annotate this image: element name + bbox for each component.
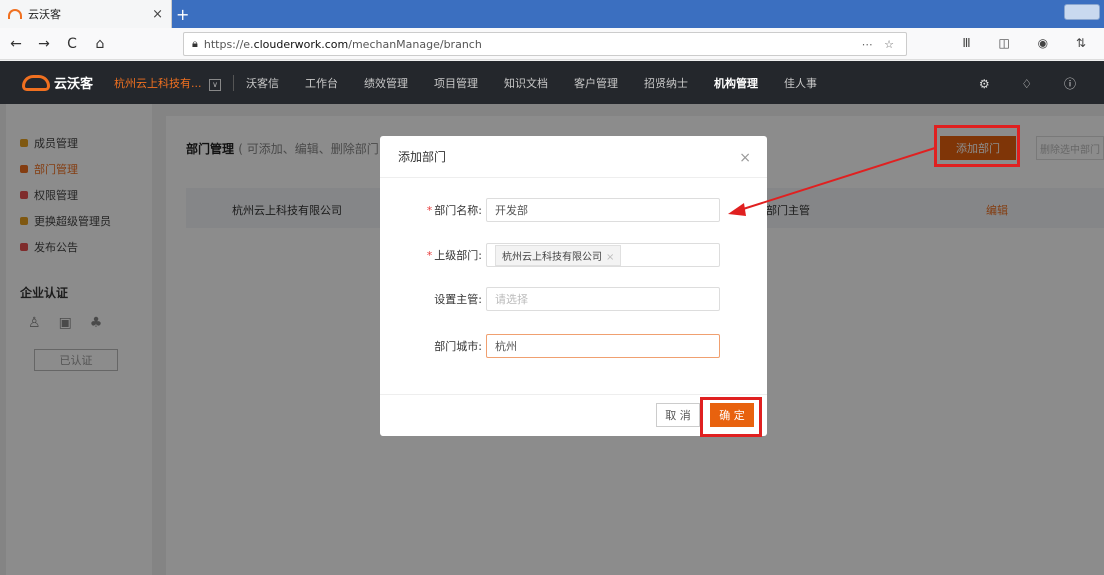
close-icon[interactable]: × (739, 150, 751, 166)
menu-item[interactable]: 绩效管理 (364, 75, 408, 91)
annotation-box (934, 125, 1020, 167)
reload-icon[interactable]: C (60, 36, 84, 52)
required-mark: * (426, 249, 433, 262)
cancel-button[interactable]: 取 消 (656, 403, 700, 427)
browser-nav-bar: ← → C ⌂ 🔒︎ https://e. clouderwork.com /m… (0, 28, 1104, 60)
chevron-down-icon[interactable]: ∨ (209, 78, 221, 91)
new-tab-button[interactable]: + (176, 5, 189, 24)
menu-item[interactable]: 项目管理 (434, 75, 478, 91)
required-mark: * (426, 204, 433, 217)
url-bar[interactable]: 🔒︎ https://e. clouderwork.com /mechanMan… (183, 32, 907, 56)
parent-chip-text: 杭州云上科技有限公司 (502, 251, 602, 263)
annotation-box (700, 397, 762, 437)
city-input[interactable]: 杭州 (486, 334, 720, 358)
browser-tab[interactable]: 云沃客 × (0, 0, 172, 28)
field-row-manager: 设置主管: 请选择 (380, 287, 767, 311)
department-name-input[interactable]: 开发部 (486, 198, 720, 222)
field-row-parent: * 上级部门: 杭州云上科技有限公司 × (380, 243, 767, 267)
lock-icon: 🔒︎ (192, 37, 198, 50)
parent-label-text: 上级部门: (434, 249, 482, 262)
menu-item[interactable]: 客户管理 (574, 75, 618, 91)
app-logo[interactable]: 云沃客 (22, 73, 104, 92)
cloud-icon (8, 9, 22, 19)
add-department-dialog: 添加部门 × * 部门名称: 开发部 * 上级部门: 杭州云上科技有限公司 × 设置主… (380, 136, 767, 436)
menu-item-active[interactable]: 机构管理 (714, 75, 758, 91)
menu-item[interactable]: 招贤纳士 (644, 75, 688, 91)
app-header: 云沃客 杭州云上科技有... ∨ 沃客信 工作台 绩效管理 项目管理 知识文档 … (0, 61, 1104, 104)
window-controls[interactable] (1064, 4, 1100, 20)
manager-select[interactable]: 请选择 (486, 287, 720, 311)
header-icons[interactable]: ⚙ ♢ ⓘ (979, 75, 1090, 92)
field-row-name: * 部门名称: 开发部 (380, 198, 767, 222)
chip-close-icon[interactable]: × (606, 252, 614, 263)
url-prefix: https://e. (203, 37, 254, 51)
menu-item[interactable]: 佳人事 (784, 75, 817, 91)
manager-label: 设置主管: (434, 293, 482, 306)
city-label: 部门城市: (434, 340, 482, 353)
url-path: /mechanManage/branch (348, 37, 482, 51)
name-label: * 部门名称: (380, 202, 486, 218)
divider (233, 74, 234, 91)
menu-item[interactable]: 知识文档 (504, 75, 548, 91)
parent-department-select[interactable]: 杭州云上科技有限公司 × (486, 243, 720, 267)
menu-item[interactable]: 工作台 (305, 75, 338, 91)
tab-close-icon[interactable]: × (152, 7, 163, 22)
tab-title: 云沃客 (28, 8, 61, 21)
name-label-text: 部门名称: (434, 204, 482, 217)
browser-tab-bar: 云沃客 × + (0, 0, 1104, 28)
parent-chip: 杭州云上科技有限公司 × (495, 244, 622, 266)
logo-text: 云沃客 (54, 77, 94, 92)
home-icon[interactable]: ⌂ (88, 36, 112, 52)
page-actions-icon[interactable]: ⋯ ☆ (862, 38, 898, 51)
company-selector[interactable]: 杭州云上科技有... ∨ (114, 75, 221, 91)
back-icon[interactable]: ← (4, 36, 28, 52)
url-domain: clouderwork.com (253, 37, 349, 51)
field-row-city: 部门城市: 杭州 (380, 334, 767, 358)
cloud-logo-icon (22, 74, 50, 91)
browser-toolbar-icons[interactable]: Ⅲ ◫ ◉ ⇅ (962, 36, 1098, 50)
parent-label: * 上级部门: (380, 247, 486, 263)
dialog-title: 添加部门 (380, 136, 767, 178)
menu-item[interactable]: 沃客信 (246, 75, 279, 91)
forward-icon[interactable]: → (32, 36, 56, 52)
company-name: 杭州云上科技有... (114, 76, 202, 90)
